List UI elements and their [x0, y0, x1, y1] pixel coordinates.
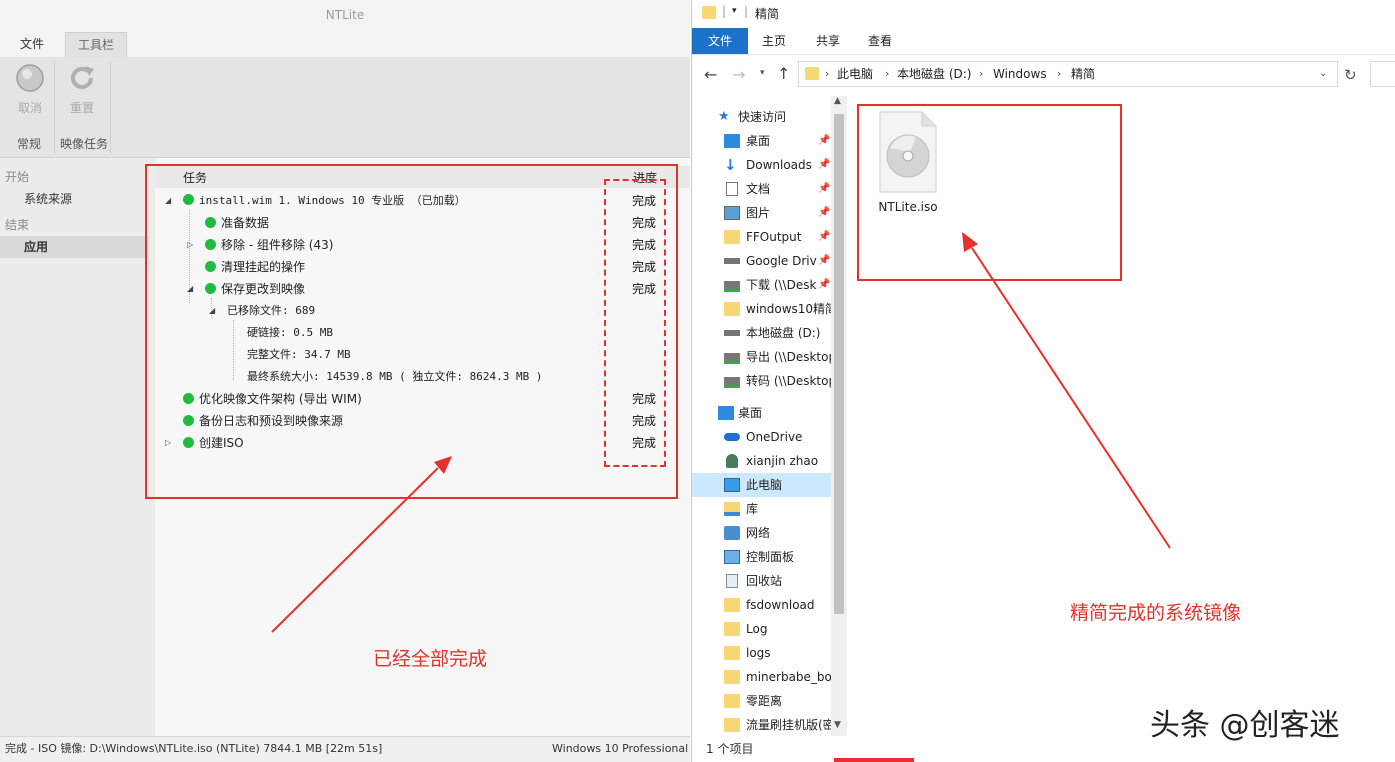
annotation-arrows [271, 232, 1171, 633]
arrow-line-left [271, 467, 439, 633]
annotation-note-left: 已经全部完成 [373, 648, 488, 670]
watermark: 头条 @创客迷 [1150, 708, 1340, 743]
annotation-note-right: 精简完成的系统镜像 [1070, 602, 1242, 624]
arrow-line-right [971, 247, 1171, 549]
arrow-head-left [434, 456, 452, 474]
arrow-head-right [962, 232, 978, 252]
